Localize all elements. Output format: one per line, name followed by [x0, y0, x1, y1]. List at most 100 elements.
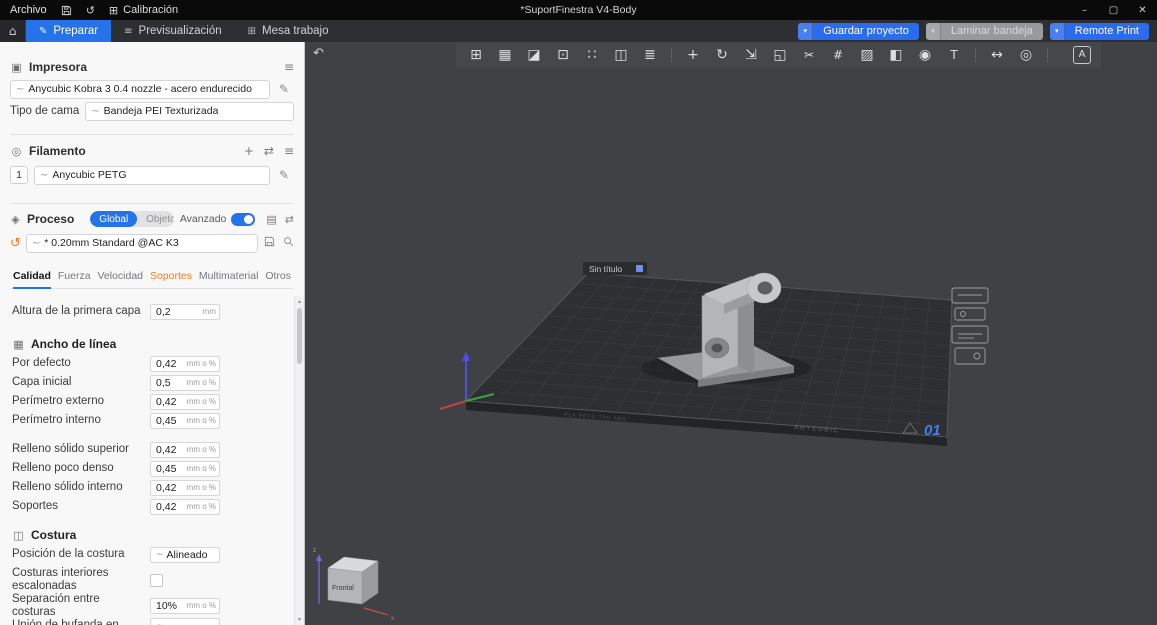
search-setting-icon[interactable] [283, 234, 294, 252]
unit-label: mm o % [187, 378, 216, 387]
line-width-top-surface-input[interactable]: 0,42mm o % [150, 442, 220, 458]
process-section-title: Proceso [27, 212, 74, 226]
line-width-sparse-infill-input[interactable]: 0,45mm o % [150, 461, 220, 477]
calibration-icon: ⊞ [109, 4, 118, 17]
remote-print-button[interactable]: ▾ Remote Print [1050, 23, 1149, 40]
home-button[interactable]: ⌂ [0, 20, 26, 42]
menu-calibracion[interactable]: ⊞ Calibración [109, 4, 178, 17]
window-title: *SuportFinestra V4-Body [520, 4, 636, 16]
scrollbar-thumb[interactable] [297, 308, 302, 364]
printer-preset-icon: ∼ [16, 84, 24, 95]
plate-accessory-icons[interactable] [952, 288, 988, 364]
first-layer-height-label: Altura de la primera capa [12, 305, 150, 318]
save-preset-icon[interactable] [264, 234, 275, 252]
unit-label: mm o % [187, 601, 216, 610]
unit-label: mm o % [187, 359, 216, 368]
bed-type-value: Bandeja PEI Texturizada [104, 105, 219, 117]
scope-global[interactable]: Global [90, 211, 137, 227]
unit-label: mm [203, 307, 216, 316]
param-row: Costuras interiores escalonadas [12, 567, 292, 593]
compare-presets-icon[interactable]: ▤ [266, 213, 276, 226]
line-width-support-input[interactable]: 0,42mm o % [150, 499, 220, 515]
save-project-button[interactable]: ▾ Guardar proyecto [798, 23, 919, 40]
scarf-joint-label: Unión de bufanda en [12, 619, 150, 625]
staggered-seam-label: Costuras interiores escalonadas [12, 567, 150, 592]
param-row: Perímetro interno 0,45mm o % [12, 412, 292, 429]
tab-preparar[interactable]: ✎ Preparar [26, 20, 111, 42]
line-width-inner-wall-input[interactable]: 0,45mm o % [150, 413, 220, 429]
transfer-settings-icon[interactable]: ⇄ [285, 213, 294, 226]
param-row: Unión de bufanda en ∼ [12, 617, 292, 625]
seam-position-select[interactable]: ∼ Alineado [150, 547, 220, 563]
slice-plate-button[interactable]: ▾ Laminar bandeja [926, 23, 1043, 40]
scarf-joint-select[interactable]: ∼ [150, 618, 220, 625]
filament-slot-badge[interactable]: 1 [10, 166, 28, 184]
bed-type-select[interactable]: ∼ Bandeja PEI Texturizada [85, 102, 294, 121]
undo-icon[interactable]: ↺ [86, 4, 95, 17]
slice-plate-dropdown-icon[interactable]: ▾ [926, 23, 941, 40]
printer-settings-icon[interactable]: ≡ [284, 60, 294, 74]
plate-number-label[interactable]: 01 [924, 422, 941, 439]
add-filament-icon[interactable]: + [244, 144, 254, 158]
first-layer-height-input[interactable]: 0,2 mm [150, 304, 220, 320]
line-width-outer-wall-label: Perímetro externo [12, 395, 150, 408]
save-icon[interactable] [61, 5, 72, 16]
scope-switch[interactable]: Global Objetos [90, 211, 174, 227]
process-preset-value: * 0.20mm Standard @AC K3 [44, 237, 178, 249]
filament-section: ◎ Filamento + ⇄ ≡ 1 ∼ Anycubic PETG ✎ [0, 135, 304, 204]
filament-preset-select[interactable]: ∼ Anycubic PETG [34, 166, 270, 185]
main-tabbar: ⌂ ✎ Preparar ≡ Previsualización ⊞ Mesa t… [0, 20, 1157, 42]
line-width-default-input[interactable]: 0,42mm o % [150, 356, 220, 372]
viewport-3d[interactable]: ↶ ⊞ ▦ ◪ ⊡ ∷ ◫ ≣ + ↻ ⇲ ◱ ✂ # ▨ ◧ ◉ T ↔ ◎ … [306, 42, 1157, 625]
line-width-first-layer-input[interactable]: 0,5mm o % [150, 375, 220, 391]
line-width-support-label: Soportes [12, 500, 150, 513]
tab-multimaterial[interactable]: Multimaterial [199, 270, 259, 288]
plate-name-tab[interactable]: Sin título [583, 262, 647, 275]
preview-icon: ≡ [124, 26, 132, 37]
seam-gap-input[interactable]: 10%mm o % [150, 598, 220, 614]
maximize-button[interactable]: ▢ [1099, 0, 1128, 20]
save-project-dropdown-icon[interactable]: ▾ [798, 23, 813, 40]
plate-lock-icon[interactable] [636, 265, 643, 272]
advanced-toggle[interactable] [231, 213, 255, 226]
seam-icon: ◫ [12, 529, 25, 542]
reset-preset-icon[interactable]: ↺ [10, 236, 21, 251]
tab-fuerza[interactable]: Fuerza [58, 270, 91, 288]
close-button[interactable]: ✕ [1128, 0, 1157, 20]
scroll-up-icon[interactable]: ▴ [295, 298, 304, 305]
remote-print-dropdown-icon[interactable]: ▾ [1050, 23, 1065, 40]
scene-3d[interactable]: Sin título PLA PETG TPU ABS ANYCUBIC [306, 42, 1157, 625]
menu-archivo[interactable]: Archivo [10, 4, 47, 16]
edit-printer-icon[interactable]: ✎ [274, 82, 294, 96]
nav-cube[interactable]: Frontal z x [313, 548, 394, 622]
bed-type-label: Tipo de cama [10, 105, 79, 117]
tab-mesa-trabajo-label: Mesa trabajo [262, 25, 328, 37]
model-hole-side [712, 344, 723, 353]
filament-preset-value: Anycubic PETG [52, 169, 126, 181]
sidebar-scrollbar[interactable]: ▴ ▾ [294, 296, 304, 625]
process-preset-select[interactable]: ∼ * 0.20mm Standard @AC K3 [26, 234, 258, 253]
line-width-outer-wall-input[interactable]: 0,42mm o % [150, 394, 220, 410]
line-width-internal-solid-input[interactable]: 0,42mm o % [150, 480, 220, 496]
tab-velocidad[interactable]: Velocidad [97, 270, 143, 288]
nav-cube-front-label[interactable]: Frontal [332, 585, 354, 592]
tab-previsualizacion[interactable]: ≡ Previsualización [111, 20, 235, 42]
scope-objects[interactable]: Objetos [137, 211, 174, 227]
line-width-sparse-infill-label: Relleno poco denso [12, 462, 150, 475]
printer-preset-value: Anycubic Kobra 3 0.4 nozzle - acero endu… [28, 83, 252, 95]
minimize-button[interactable]: – [1070, 0, 1099, 20]
tab-otros[interactable]: Otros [265, 270, 291, 288]
process-icon: ◈ [10, 213, 21, 226]
edit-filament-icon[interactable]: ✎ [274, 168, 294, 182]
tab-soportes[interactable]: Soportes [150, 270, 192, 288]
printer-preset-select[interactable]: ∼ Anycubic Kobra 3 0.4 nozzle - acero en… [10, 80, 270, 99]
param-row: Soportes 0,42mm o % [12, 498, 292, 515]
seam-gap-label: Separación entre costuras [12, 593, 150, 618]
tab-calidad[interactable]: Calidad [13, 270, 51, 289]
tab-mesa-trabajo[interactable]: ⊞ Mesa trabajo [235, 20, 342, 42]
axis-z-label: z [313, 548, 316, 554]
sync-filament-icon[interactable]: ⇄ [264, 144, 274, 158]
filament-settings-icon[interactable]: ≡ [284, 144, 294, 158]
scroll-down-icon[interactable]: ▾ [295, 616, 304, 623]
staggered-seam-checkbox[interactable] [150, 574, 163, 587]
